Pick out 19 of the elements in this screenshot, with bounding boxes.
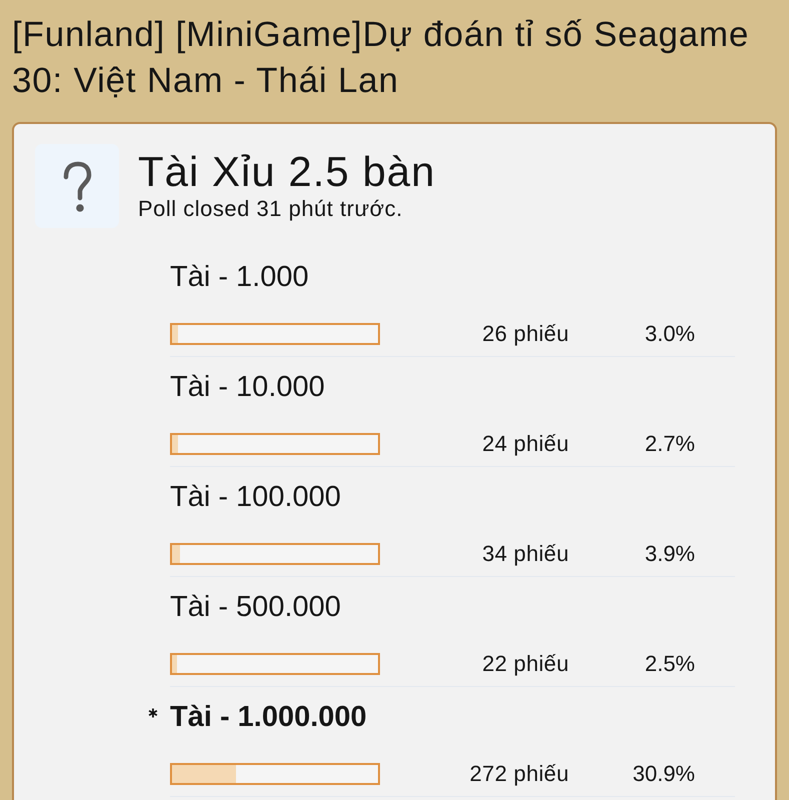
vote-count: 272 phiếu [468, 762, 569, 786]
option-label: Tài - 100.000 [170, 482, 341, 512]
vote-count: 22 phiếu [481, 652, 569, 676]
vote-percent: 30.9% [632, 762, 695, 786]
option-label: Tài - 1.000 [170, 262, 309, 292]
vote-count: 26 phiếu [481, 322, 569, 346]
option-label: Tài - 10.000 [170, 372, 325, 402]
question-mark-icon [35, 144, 119, 228]
vote-count: 24 phiếu [481, 432, 569, 456]
vote-percent: 3.0% [644, 322, 695, 346]
vote-percent: 3.9% [644, 542, 695, 566]
vote-percent: 2.5% [644, 652, 695, 676]
poll-question: Tài Xỉu 2.5 bàn [138, 150, 436, 194]
option-label: Tài - 1.000.000 [170, 702, 367, 732]
vote-count: 34 phiếu [481, 542, 569, 566]
thread-title: [Funland] [MiniGame]Dự đoán tỉ số Seagame 30: Việt Nam - Thái Lan [11, 14, 750, 102]
vote-percent: 2.7% [644, 432, 695, 456]
poll-status: Poll closed 31 phút trước. [138, 196, 404, 222]
option-label: Tài - 500.000 [170, 592, 341, 622]
